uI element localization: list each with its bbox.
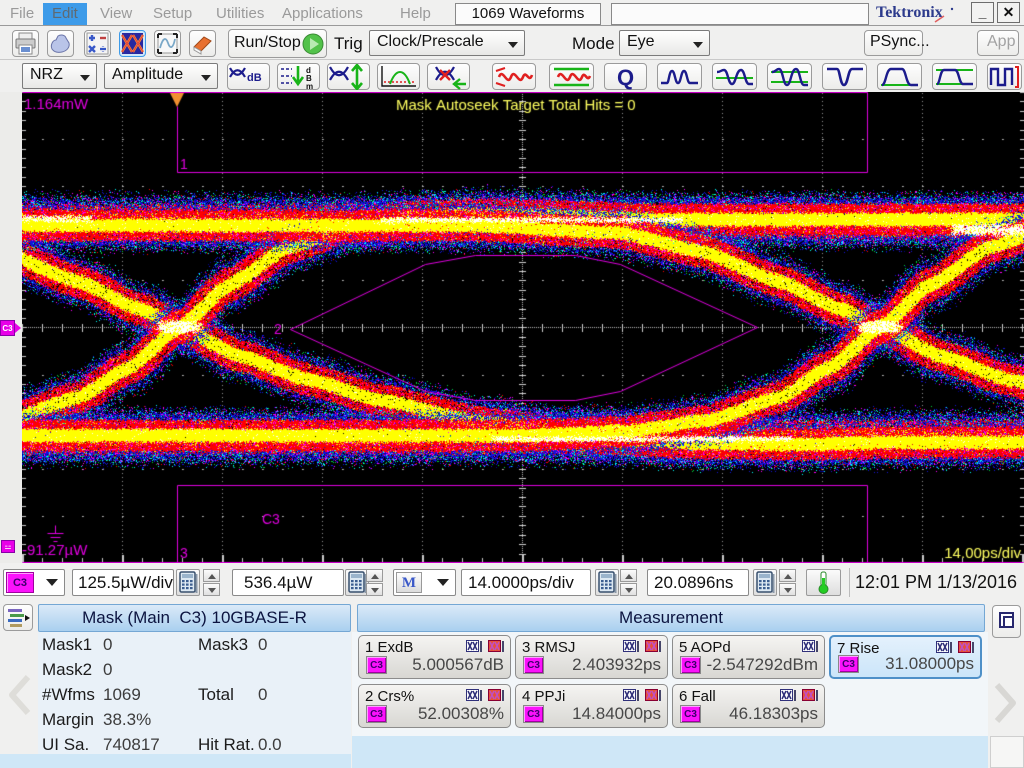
svg-text:dB: dB [247,72,262,84]
svg-text:m: m [306,82,313,90]
svg-text:Q: Q [617,65,634,90]
svg-text:Tektronix: Tektronix [876,4,943,21]
